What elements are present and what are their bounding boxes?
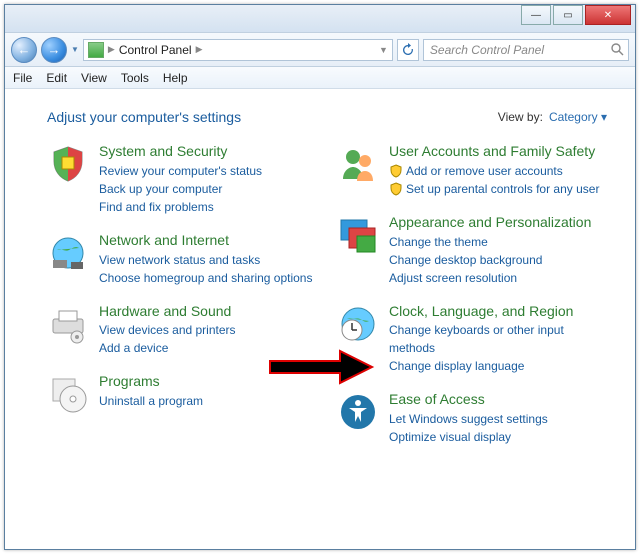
category-title[interactable]: Clock, Language, and Region	[389, 303, 607, 320]
category-title[interactable]: Hardware and Sound	[99, 303, 317, 320]
category-title[interactable]: Appearance and Personalization	[389, 214, 607, 231]
printer-icon	[47, 303, 89, 345]
globe-icon	[47, 232, 89, 274]
search-icon	[611, 43, 624, 56]
right-column: User Accounts and Family Safety Add or r…	[337, 143, 607, 446]
appearance-icon	[337, 214, 379, 256]
category-link[interactable]: Uninstall a program	[99, 392, 317, 410]
breadcrumb[interactable]: ▶ Control Panel ▶ ▼	[83, 39, 393, 61]
category-clock-language-region: Clock, Language, and Region Change keybo…	[337, 303, 607, 376]
category-system-security: System and Security Review your computer…	[47, 143, 317, 216]
clock-icon	[337, 303, 379, 345]
category-link[interactable]: Add a device	[99, 339, 317, 357]
category-link[interactable]: Find and fix problems	[99, 198, 317, 216]
history-dropdown-icon[interactable]: ▼	[71, 45, 79, 54]
menu-tools[interactable]: Tools	[121, 71, 149, 85]
menu-file[interactable]: File	[13, 71, 32, 85]
category-title[interactable]: Ease of Access	[389, 391, 607, 408]
category-link[interactable]: Back up your computer	[99, 180, 317, 198]
uac-shield-icon	[389, 164, 403, 178]
category-title[interactable]: User Accounts and Family Safety	[389, 143, 607, 160]
menu-edit[interactable]: Edit	[46, 71, 67, 85]
category-link[interactable]: Review your computer's status	[99, 162, 317, 180]
minimize-button[interactable]: —	[521, 5, 551, 25]
category-link[interactable]: View devices and printers	[99, 321, 317, 339]
link-adjust-screen-resolution[interactable]: Adjust screen resolution	[389, 269, 607, 287]
chevron-right-icon: ▶	[196, 44, 203, 55]
view-by: View by: Category ▾	[498, 110, 607, 124]
back-button[interactable]: ←	[11, 37, 37, 63]
category-link[interactable]: Choose homegroup and sharing options	[99, 269, 317, 287]
category-title[interactable]: Programs	[99, 373, 317, 390]
control-panel-icon	[88, 42, 104, 58]
breadcrumb-label[interactable]: Control Panel	[119, 43, 192, 57]
category-hardware-sound: Hardware and Sound View devices and prin…	[47, 303, 317, 358]
category-title[interactable]: Network and Internet	[99, 232, 317, 249]
category-link[interactable]: Change display language	[389, 357, 607, 375]
category-appearance-personalization: Appearance and Personalization Change th…	[337, 214, 607, 287]
category-link[interactable]: Change keyboards or other input methods	[389, 321, 607, 357]
category-link[interactable]: Change desktop background	[389, 251, 607, 269]
window: — ▭ ✕ ← → ▼ ▶ Control Panel ▶ ▼ Search C…	[4, 4, 636, 550]
category-link[interactable]: Set up parental controls for any user	[389, 180, 607, 198]
maximize-button[interactable]: ▭	[553, 5, 583, 25]
category-title[interactable]: System and Security	[99, 143, 317, 160]
category-link[interactable]: Optimize visual display	[389, 428, 607, 446]
category-link[interactable]: Change the theme	[389, 233, 607, 251]
ease-of-access-icon	[337, 391, 379, 433]
cd-icon	[47, 373, 89, 415]
refresh-button[interactable]	[397, 39, 419, 61]
forward-button[interactable]: →	[41, 37, 67, 63]
page-title: Adjust your computer's settings	[47, 109, 241, 125]
shield-icon	[47, 143, 89, 185]
category-link[interactable]: Add or remove user accounts	[389, 162, 607, 180]
navbar: ← → ▼ ▶ Control Panel ▶ ▼ Search Control…	[5, 33, 635, 67]
category-user-accounts: User Accounts and Family Safety Add or r…	[337, 143, 607, 198]
close-button[interactable]: ✕	[585, 5, 631, 25]
category-ease-of-access: Ease of Access Let Windows suggest setti…	[337, 391, 607, 446]
viewby-label: View by:	[498, 110, 543, 124]
left-column: System and Security Review your computer…	[47, 143, 317, 446]
category-link[interactable]: Let Windows suggest settings	[389, 410, 607, 428]
chevron-down-icon[interactable]: ▼	[379, 45, 388, 55]
content: Adjust your computer's settings View by:…	[5, 89, 635, 549]
chevron-right-icon: ▶	[108, 44, 115, 55]
menubar: File Edit View Tools Help	[5, 67, 635, 89]
category-network-internet: Network and Internet View network status…	[47, 232, 317, 287]
category-link[interactable]: View network status and tasks	[99, 251, 317, 269]
uac-shield-icon	[389, 182, 403, 196]
search-placeholder: Search Control Panel	[430, 43, 544, 57]
category-programs: Programs Uninstall a program	[47, 373, 317, 415]
menu-help[interactable]: Help	[163, 71, 188, 85]
users-icon	[337, 143, 379, 185]
menu-view[interactable]: View	[81, 71, 107, 85]
viewby-dropdown[interactable]: Category ▾	[549, 110, 607, 124]
titlebar: — ▭ ✕	[5, 5, 635, 33]
search-input[interactable]: Search Control Panel	[423, 39, 629, 61]
